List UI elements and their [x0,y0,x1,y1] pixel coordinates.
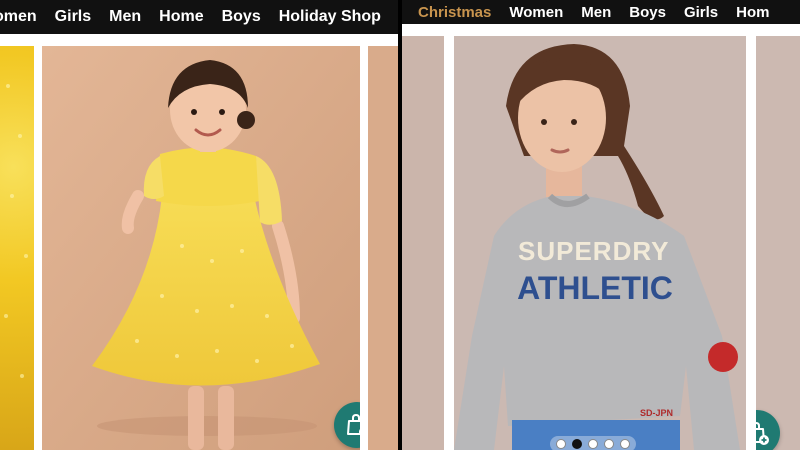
nav-item-holiday-shop[interactable]: Holiday Shop [279,8,381,26]
left-screen: omen Girls Men Home Boys Holiday Shop [0,0,398,450]
nav-item-men[interactable]: Men [109,8,141,26]
nav-item-christmas[interactable]: Christmas [418,4,491,21]
product-card-main[interactable]: SUPERDRY ATHLETIC SD-JPN [454,36,746,450]
nav-item-girls[interactable]: Girls [55,8,91,26]
shirt-print-top: SUPERDRY [518,236,670,266]
product-card-prev[interactable] [0,46,34,450]
category-nav: Christmas Women Men Boys Girls Hom [402,0,800,24]
right-screen: Christmas Women Men Boys Girls Hom SUPER… [402,0,800,450]
carousel-dot-active[interactable] [572,439,582,449]
nav-item-boys[interactable]: Boys [222,8,261,26]
shopping-bag-plus-icon [347,413,360,435]
shirt-print-main: ATHLETIC [517,270,673,306]
nav-item-boys[interactable]: Boys [629,4,666,21]
image-carousel-dots[interactable] [550,436,636,450]
add-to-bag-button[interactable] [756,410,780,450]
nav-item-women[interactable]: omen [0,8,37,26]
nav-item-women[interactable]: Women [509,4,563,21]
product-card-next[interactable] [756,36,800,450]
product-card-next[interactable] [368,46,398,450]
nav-item-men[interactable]: Men [581,4,611,21]
product-card-main[interactable] [42,46,360,450]
nav-item-girls[interactable]: Girls [684,4,718,21]
shirt-hem-tag: SD-JPN [640,408,674,418]
sleeve-patch [708,342,738,372]
carousel-dot[interactable] [604,439,614,449]
product-image-yellow-dress [42,46,360,450]
shopping-bag-plus-icon [756,421,769,445]
carousel-dot[interactable] [620,439,630,449]
category-nav: omen Girls Men Home Boys Holiday Shop [0,0,398,34]
yellow-dress-detail-image [4,84,28,378]
product-card-prev[interactable] [402,36,444,450]
carousel-dot[interactable] [556,439,566,449]
nav-item-home[interactable]: Hom [736,4,769,21]
carousel-dot[interactable] [588,439,598,449]
nav-item-home[interactable]: Home [159,8,203,26]
